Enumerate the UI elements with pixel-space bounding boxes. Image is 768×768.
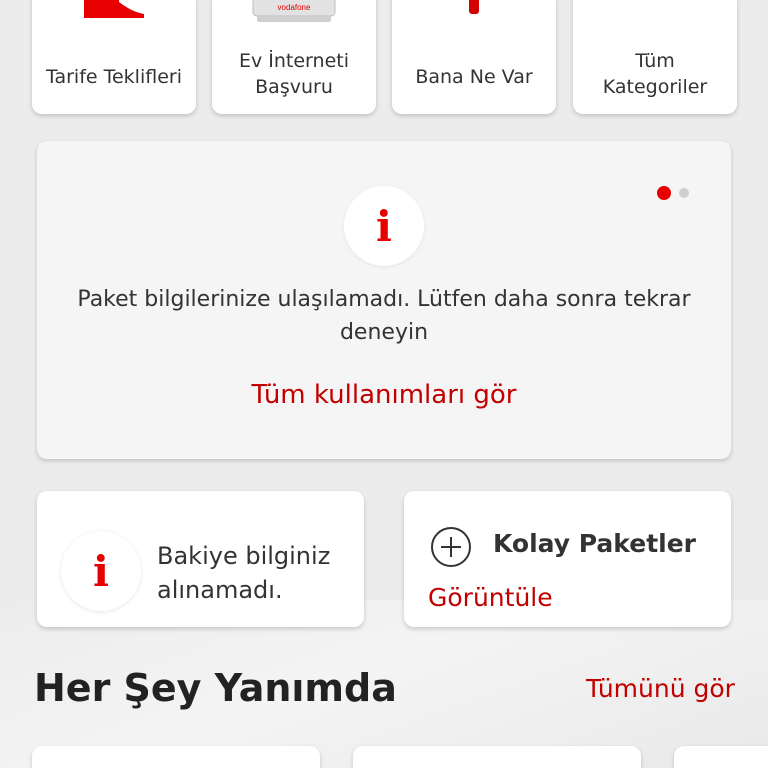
balance-card: i Bakiye bilginiz alınamadı.: [37, 491, 364, 627]
tile-label: Tüm Kategoriler: [602, 50, 708, 98]
tile-label: Tarife Teklifleri: [46, 66, 182, 88]
tile-all-categories[interactable]: Tüm Kategoriler: [573, 0, 737, 114]
gb-badge: GB: [124, 0, 142, 3]
vodafone-modem-icon: vodafone: [251, 0, 337, 26]
carousel-dot-active[interactable]: [657, 186, 671, 200]
plus-circle-icon: [431, 527, 471, 567]
carousel-dot[interactable]: [679, 188, 689, 198]
tile-bana-ne-var[interactable]: Bana Ne Var: [392, 0, 556, 114]
tile-home-internet[interactable]: vodafone Ev İnterneti Başvuru: [212, 0, 376, 114]
red-gift-icon: [464, 0, 484, 20]
see-all-link[interactable]: Tümünü gör: [586, 674, 735, 703]
view-button[interactable]: Görüntüle: [428, 583, 553, 612]
info-icon: i: [344, 186, 424, 266]
tile-label: Bana Ne Var: [415, 66, 533, 88]
easy-packages-title: Kolay Paketler: [493, 529, 697, 558]
banner-message: Paket bilgilerinize ulaşılamadı. Lütfen …: [77, 287, 691, 345]
section-title: Her Şey Yanımda: [34, 666, 397, 710]
balance-line-2: alınamadı.: [157, 576, 283, 604]
tile-tariff-offers[interactable]: GB Tarife Teklifleri: [32, 0, 196, 114]
feature-card[interactable]: [674, 746, 768, 768]
tile-label: Ev İnterneti Başvuru: [238, 50, 349, 98]
easy-packages-card[interactable]: Kolay Paketler Görüntüle: [404, 491, 731, 627]
balance-line-1: Bakiye bilginiz: [157, 542, 331, 570]
modem-brand: vodafone: [278, 3, 311, 12]
info-icon: i: [61, 531, 141, 611]
balance-message: Bakiye bilginiz alınamadı.: [157, 539, 330, 607]
gb-offer-icon: GB: [74, 0, 154, 24]
feature-card[interactable]: [32, 746, 320, 768]
feature-card[interactable]: [353, 746, 641, 768]
view-all-usage-link[interactable]: Tüm kullanımları gör: [0, 380, 768, 410]
